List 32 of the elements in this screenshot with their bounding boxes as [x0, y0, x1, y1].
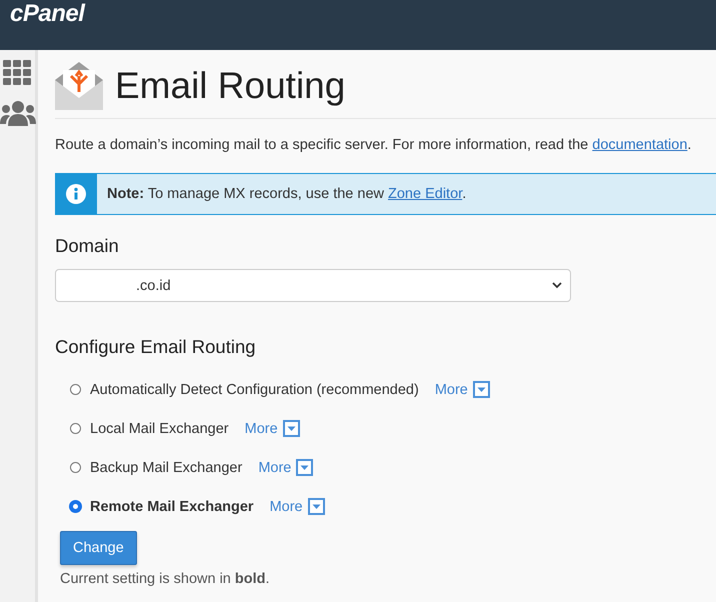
option-label[interactable]: Local Mail Exchanger [90, 420, 229, 436]
dropdown-icon[interactable] [472, 381, 490, 398]
domain-select[interactable]: .co.id [55, 269, 571, 302]
logo[interactable]: cPanel [10, 0, 84, 28]
users-icon[interactable] [0, 100, 36, 126]
routing-heading: Configure Email Routing [55, 336, 257, 358]
more-link[interactable]: More [270, 498, 303, 514]
chevron-icon [552, 282, 562, 289]
dropdown-icon[interactable] [308, 498, 325, 515]
grid-icon[interactable] [2, 60, 32, 86]
note-text: Note: To manage MX records, use the new Zone Editor. [106, 186, 466, 202]
option-label[interactable]: Remote Mail Exchanger [90, 498, 254, 514]
more-link[interactable]: More [434, 382, 468, 398]
zone-editor-link[interactable]: Zone Editor [388, 186, 462, 202]
info-icon [66, 184, 86, 204]
radio-button[interactable] [70, 423, 81, 434]
documentation-link[interactable]: documentation [592, 137, 688, 153]
more-link[interactable]: More [258, 460, 292, 476]
domain-label: Domain [55, 235, 120, 257]
option-label[interactable]: Automatically Detect Configuration (recommended) [90, 382, 419, 398]
more-link[interactable]: More [244, 420, 278, 436]
footnote-text: Current setting is shown in bold. [60, 571, 271, 587]
page-title: Email Routing [115, 65, 346, 107]
dropdown-icon[interactable] [282, 420, 300, 437]
radio-button[interactable] [70, 501, 81, 512]
intro-text: Route a domain’s incoming mail to a specific server. For more information, read the documentation. [55, 137, 692, 153]
envelope-icon [55, 62, 103, 110]
dropdown-icon[interactable] [296, 459, 314, 476]
radio-button[interactable] [70, 384, 81, 395]
radio-button[interactable] [70, 462, 81, 473]
option-label[interactable]: Backup Mail Exchanger [90, 460, 242, 476]
change-button[interactable]: Change [60, 531, 137, 565]
